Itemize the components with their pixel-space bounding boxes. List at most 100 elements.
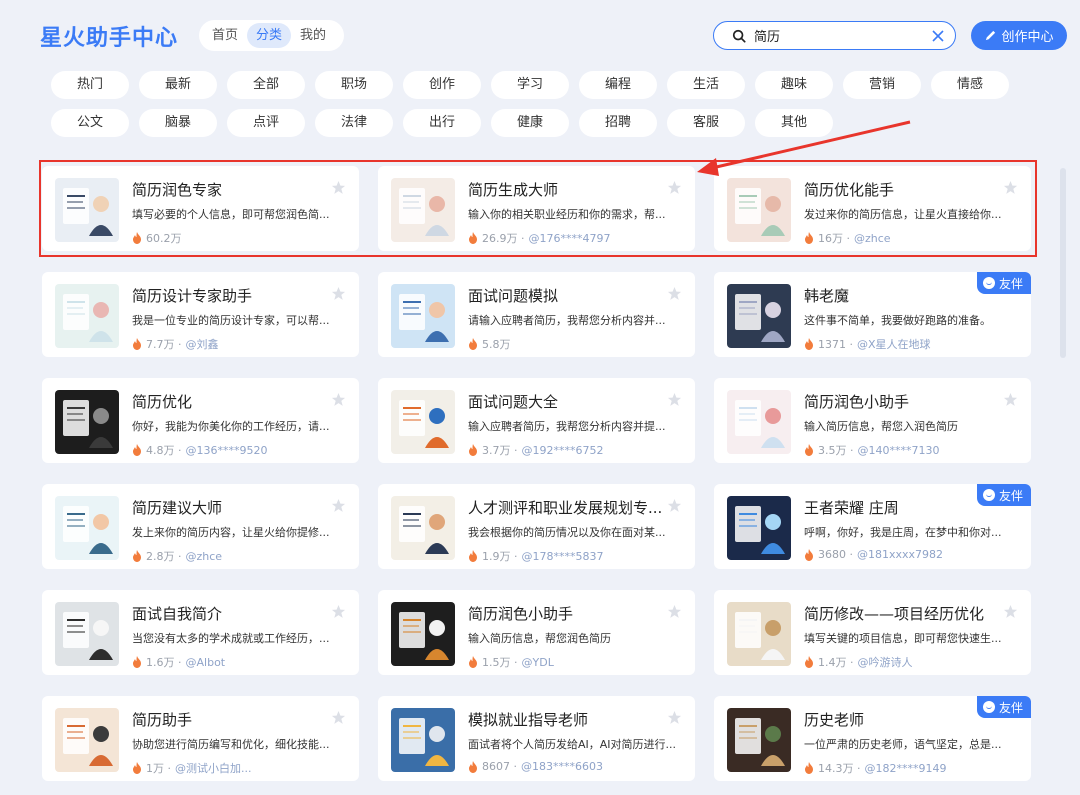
card-author[interactable]: @192****6752 <box>522 444 604 457</box>
fire-icon <box>805 444 813 456</box>
assistant-thumbnail <box>727 708 791 772</box>
category-chip[interactable]: 招聘 <box>579 109 657 137</box>
card-author[interactable]: @刘鑫 <box>186 336 219 352</box>
usage-count: 2.8万 <box>146 550 175 563</box>
smile-icon <box>982 489 995 501</box>
card-author[interactable]: @182****9149 <box>865 762 947 775</box>
assistant-thumbnail <box>391 390 455 454</box>
card-meta: 16万 · @zhce <box>804 230 1021 246</box>
assistant-card[interactable]: 面试自我简介 当您没有太多的学术成就或工作经历，... 1.6万 · @Albot <box>42 590 359 675</box>
tab-category[interactable]: 分类 <box>247 23 292 48</box>
category-chip[interactable]: 热门 <box>51 71 129 99</box>
assistant-card[interactable]: 简历设计专家助手 我是一位专业的简历设计专家，可以帮... 7.7万 · @刘鑫 <box>42 272 359 357</box>
fire-icon <box>469 760 477 773</box>
card-author[interactable]: @zhce <box>186 550 223 563</box>
category-chip[interactable]: 客服 <box>667 109 745 137</box>
card-author[interactable]: @Albot <box>186 656 226 669</box>
card-author[interactable]: @181xxxx7982 <box>857 548 943 561</box>
star-icon[interactable] <box>667 286 682 301</box>
star-icon[interactable] <box>331 710 346 725</box>
author-separator: · <box>510 443 518 457</box>
assistant-card[interactable]: 人才测评和职业发展规划专... 我会根据你的简历情况以及你在面对某... 1.9万 … <box>378 484 695 569</box>
author-separator: · <box>174 655 182 669</box>
card-author[interactable]: @178****5837 <box>522 550 604 563</box>
category-chip[interactable]: 法律 <box>315 109 393 137</box>
category-chip[interactable]: 营销 <box>843 71 921 99</box>
fire-icon <box>469 232 477 244</box>
category-chip[interactable]: 其他 <box>755 109 833 137</box>
assistant-card[interactable]: 韩老魔 这件事不简单，我要做好跑路的准备。 1371 · @X星人在地球 友伴 <box>714 272 1031 357</box>
fire-icon <box>133 762 141 774</box>
star-icon[interactable] <box>667 180 682 195</box>
card-author[interactable]: @YDL <box>522 656 554 669</box>
star-icon[interactable] <box>1003 392 1018 407</box>
card-info: 韩老魔 这件事不简单，我要做好跑路的准备。 1371 · @X星人在地球 <box>804 284 1021 357</box>
card-title: 简历建议大师 <box>132 499 223 517</box>
category-chip[interactable]: 最新 <box>139 71 217 99</box>
assistant-thumbnail <box>55 284 119 348</box>
star-icon[interactable] <box>331 498 346 513</box>
search-box[interactable]: 简历 <box>713 21 956 50</box>
category-chip[interactable]: 全部 <box>227 71 305 99</box>
star-icon[interactable] <box>1003 604 1018 619</box>
card-info: 简历建议大师 发上来你的简历内容，让星火给你提修... 2.8万 · @zhce <box>132 496 349 569</box>
usage-count: 1.4万 <box>818 656 847 669</box>
category-chip[interactable]: 出行 <box>403 109 481 137</box>
star-icon[interactable] <box>331 392 346 407</box>
star-icon[interactable] <box>667 604 682 619</box>
assistant-card[interactable]: 简历润色小助手 输入简历信息，帮您入润色简历 3.5万 · @140****7130 <box>714 378 1031 463</box>
card-author[interactable]: @X星人在地球 <box>857 336 931 352</box>
assistant-card[interactable]: 简历助手 协助您进行简历编写和优化，细化技能... 1万 · @测试小白加... <box>42 696 359 781</box>
category-chip[interactable]: 学习 <box>491 71 569 99</box>
card-author[interactable]: @136****9520 <box>186 444 268 457</box>
star-icon[interactable] <box>667 710 682 725</box>
assistant-card[interactable]: 模拟就业指导老师 面试者将个人简历发给AI，AI对简历进行... 8607 · @18… <box>378 696 695 781</box>
card-author[interactable]: @183****6603 <box>521 760 603 773</box>
category-chip[interactable]: 职场 <box>315 71 393 99</box>
category-chip[interactable]: 生活 <box>667 71 745 99</box>
star-icon[interactable] <box>1003 180 1018 195</box>
create-center-button[interactable]: 创作中心 <box>971 21 1067 50</box>
usage-count: 5.8万 <box>482 338 511 351</box>
card-description: 输入简历信息，帮您入润色简历 <box>804 420 958 433</box>
category-chip[interactable]: 公文 <box>51 109 129 137</box>
card-title: 简历优化能手 <box>804 181 895 199</box>
card-author[interactable]: @测试小白加... <box>175 760 252 776</box>
category-chip[interactable]: 趣味 <box>755 71 833 99</box>
assistant-card[interactable]: 历史老师 一位严肃的历史老师，语气坚定，总是... 14.3万 · @182****9… <box>714 696 1031 781</box>
category-chip[interactable]: 创作 <box>403 71 481 99</box>
star-icon[interactable] <box>331 180 346 195</box>
card-meta: 3.5万 · @140****7130 <box>804 442 1021 458</box>
app-logo[interactable]: 星火助手中心 <box>40 20 178 52</box>
assistant-card[interactable]: 面试问题大全 输入应聘者简历，我帮您分析内容并提... 3.7万 · @192****… <box>378 378 695 463</box>
star-icon[interactable] <box>667 498 682 513</box>
assistant-card[interactable]: 简历润色专家 填写必要的个人信息，即可帮您润色简... 60.2万 <box>42 166 359 251</box>
create-center-label: 创作中心 <box>1001 30 1054 45</box>
assistant-card[interactable]: 面试问题模拟 请输入应聘者简历，我帮您分析内容并... 5.8万 <box>378 272 695 357</box>
card-author[interactable]: @140****7130 <box>858 444 940 457</box>
fire-icon <box>805 762 813 774</box>
tab-home[interactable]: 首页 <box>203 23 247 48</box>
category-chip[interactable]: 编程 <box>579 71 657 99</box>
assistant-card[interactable]: 简历生成大师 输入你的相关职业经历和你的需求，帮... 26.9万 · @176***… <box>378 166 695 251</box>
assistant-card[interactable]: 简历润色小助手 输入简历信息，帮您润色简历 1.5万 · @YDL <box>378 590 695 675</box>
star-icon[interactable] <box>331 286 346 301</box>
card-author[interactable]: @zhce <box>854 232 891 245</box>
category-chip[interactable]: 健康 <box>491 109 569 137</box>
search-input[interactable]: 简历 <box>754 26 931 45</box>
card-author[interactable]: @176****4797 <box>529 232 611 245</box>
card-author[interactable]: @吟游诗人 <box>858 654 913 670</box>
category-chip[interactable]: 脑暴 <box>139 109 217 137</box>
category-chip[interactable]: 情感 <box>931 71 1009 99</box>
star-icon[interactable] <box>331 604 346 619</box>
assistant-card[interactable]: 简历修改——项目经历优化 填写关键的项目信息，即可帮您快速生... 1.4万 · @吟… <box>714 590 1031 675</box>
category-chip[interactable]: 点评 <box>227 109 305 137</box>
clear-icon[interactable] <box>931 29 945 43</box>
star-icon[interactable] <box>667 392 682 407</box>
assistant-card[interactable]: 简历优化能手 发过来你的简历信息，让星火直接给你... 16万 · @zhce <box>714 166 1031 251</box>
assistant-card[interactable]: 简历建议大师 发上来你的简历内容，让星火给你提修... 2.8万 · @zhce <box>42 484 359 569</box>
assistant-card[interactable]: 王者荣耀 庄周 呼啊，你好，我是庄周，在梦中和你对... 3680 · @181xxx… <box>714 484 1031 569</box>
assistant-card[interactable]: 简历优化 你好，我能为你美化你的工作经历，请... 4.8万 · @136****95… <box>42 378 359 463</box>
tab-mine[interactable]: 我的 <box>291 23 335 48</box>
scrollbar[interactable] <box>1060 168 1066 358</box>
